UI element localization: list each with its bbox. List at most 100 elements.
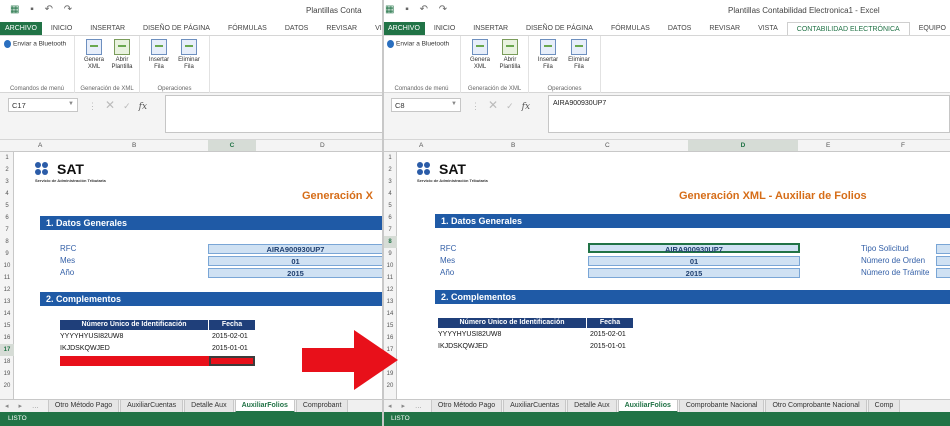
tab-insertar[interactable]: INSERTAR	[464, 22, 517, 35]
sheet-nav-icon[interactable]: ◂ ▸ …	[0, 402, 48, 410]
sheet-tab[interactable]: Otro Método Pago	[430, 399, 503, 413]
row-header[interactable]: 2	[383, 164, 397, 176]
save-icon[interactable]: ▪	[405, 4, 413, 15]
enter-check-icon[interactable]: ✓	[506, 101, 522, 111]
insertar-fila-button[interactable]: Insertar Fila	[535, 39, 561, 71]
eliminar-fila-button[interactable]: Eliminar Fila	[176, 39, 202, 71]
row-header[interactable]: 1	[383, 152, 397, 164]
row-header[interactable]: 4	[383, 188, 397, 200]
sheet-tab[interactable]: AuxiliarCuentas	[120, 399, 184, 413]
row-header[interactable]: 19	[0, 368, 14, 380]
sheet-tab[interactable]: Comp	[867, 399, 901, 413]
column-header-c[interactable]: C	[605, 142, 610, 149]
column-header-f[interactable]: F	[901, 142, 905, 149]
row-header[interactable]: 10	[0, 260, 14, 272]
row-header[interactable]: 1	[0, 152, 14, 164]
sheet-tab[interactable]: Detalle Aux	[567, 399, 617, 413]
sheet-tab[interactable]: Otro Método Pago	[47, 399, 120, 413]
tab-vista[interactable]: VISTA	[749, 22, 787, 35]
undo-icon[interactable]: ↶	[45, 4, 57, 15]
row-header[interactable]: 8	[0, 236, 14, 248]
row-header[interactable]: 11	[383, 272, 397, 284]
column-header-c[interactable]: C	[208, 140, 256, 151]
table-cell[interactable]: 2015-01-01	[212, 345, 248, 352]
row-header[interactable]: 12	[383, 284, 397, 296]
table-cell[interactable]: IKJDSKQWJED	[438, 343, 488, 350]
tipo-solicitud-value[interactable]	[936, 244, 950, 254]
tab-vista[interactable]: VISTA	[366, 22, 383, 35]
chevron-down-icon[interactable]: ▼	[68, 101, 74, 107]
insert-function-icon[interactable]: fx	[139, 102, 147, 112]
cancel-icon[interactable]: ✕	[105, 98, 123, 112]
tab-formulas[interactable]: FÓRMULAS	[219, 22, 276, 35]
undo-icon[interactable]: ↶	[420, 4, 432, 15]
mes-value[interactable]: 01	[208, 256, 383, 266]
row-header[interactable]: 6	[0, 212, 14, 224]
table-cell[interactable]: 2015-02-01	[212, 333, 248, 340]
sheet-tab[interactable]: AuxiliarCuentas	[503, 399, 567, 413]
numero-orden-value[interactable]	[936, 256, 950, 266]
row-header[interactable]: 17	[0, 344, 14, 356]
column-header-b[interactable]: B	[132, 142, 136, 149]
table-cell[interactable]: YYYYHYUSI82UW8	[438, 331, 501, 338]
row-header[interactable]: 2	[0, 164, 14, 176]
enter-check-icon[interactable]: ✓	[123, 101, 139, 111]
row-header[interactable]: 7	[383, 224, 397, 236]
rfc-value-selected[interactable]: AIRA900930UP7	[588, 243, 800, 254]
row-header[interactable]: 13	[383, 296, 397, 308]
table-cell[interactable]: YYYYHYUSI82UW8	[60, 333, 123, 340]
selected-cell-c17[interactable]	[209, 356, 255, 366]
row-header[interactable]: 20	[0, 380, 14, 392]
row-header[interactable]: 8	[383, 236, 397, 248]
row-header[interactable]: 5	[0, 200, 14, 212]
tab-revisar[interactable]: REVISAR	[700, 22, 749, 35]
tab-archivo[interactable]: ARCHIVO	[383, 22, 425, 35]
tab-formulas[interactable]: FÓRMULAS	[602, 22, 659, 35]
column-header-d[interactable]: D	[688, 140, 798, 151]
bluetooth-button[interactable]: Enviar a Bluetooth	[387, 40, 449, 48]
insert-function-icon[interactable]: fx	[522, 102, 530, 112]
formula-input[interactable]: AIRA900930UP7	[548, 95, 950, 133]
tab-inicio[interactable]: INICIO	[42, 22, 81, 35]
row-header[interactable]: 3	[383, 176, 397, 188]
tab-diseno[interactable]: DISEÑO DE PÁGINA	[517, 22, 602, 35]
sheet-tab[interactable]: Detalle Aux	[184, 399, 234, 413]
ano-value[interactable]: 2015	[588, 268, 800, 278]
row-header[interactable]: 11	[0, 272, 14, 284]
bluetooth-button[interactable]: Enviar a Bluetooth	[4, 40, 66, 48]
sheet-tab[interactable]: Comprobant	[295, 399, 349, 413]
column-header-a[interactable]: A	[38, 142, 42, 149]
abrir-plantilla-button[interactable]: Abrir Plantilla	[109, 39, 135, 71]
numero-tramite-value[interactable]	[936, 268, 950, 278]
tab-revisar[interactable]: REVISAR	[317, 22, 366, 35]
tab-contabilidad-electronica[interactable]: CONTABILIDAD ELECTRÓNICA	[786, 22, 910, 35]
sheet-nav-icon[interactable]: ◂ ▸ …	[383, 402, 431, 410]
sheet-tab[interactable]: Otro Comprobante Nacional	[765, 399, 867, 413]
redo-icon[interactable]: ↷	[439, 4, 451, 15]
tab-archivo[interactable]: ARCHIVO	[0, 22, 42, 35]
tab-diseno[interactable]: DISEÑO DE PÁGINA	[134, 22, 219, 35]
column-header-d[interactable]: D	[320, 142, 325, 149]
row-header[interactable]: 10	[383, 260, 397, 272]
rfc-value[interactable]: AIRA900930UP7	[208, 244, 383, 254]
tab-inicio[interactable]: INICIO	[425, 22, 464, 35]
sheet-tab[interactable]: Comprobante Nacional	[678, 399, 765, 413]
abrir-plantilla-button[interactable]: Abrir Plantilla	[497, 39, 523, 71]
tab-datos[interactable]: DATOS	[659, 22, 700, 35]
row-header[interactable]: 18	[0, 356, 14, 368]
column-header-b[interactable]: B	[511, 142, 515, 149]
column-header-e[interactable]: E	[826, 142, 830, 149]
table-cell[interactable]: IKJDSKQWJED	[60, 345, 110, 352]
sheet-tab-active[interactable]: AuxiliarFolios	[234, 399, 295, 413]
row-header[interactable]: 6	[383, 212, 397, 224]
tab-insertar[interactable]: INSERTAR	[81, 22, 134, 35]
formula-input[interactable]	[165, 95, 383, 133]
row-header[interactable]: 7	[0, 224, 14, 236]
row-header[interactable]: 9	[0, 248, 14, 260]
cancel-icon[interactable]: ✕	[488, 98, 506, 112]
mes-value[interactable]: 01	[588, 256, 800, 266]
insertar-fila-button[interactable]: Insertar Fila	[146, 39, 172, 71]
table-cell[interactable]: 2015-02-01	[590, 331, 626, 338]
redo-icon[interactable]: ↷	[64, 4, 76, 15]
table-cell[interactable]: 2015-01-01	[590, 343, 626, 350]
